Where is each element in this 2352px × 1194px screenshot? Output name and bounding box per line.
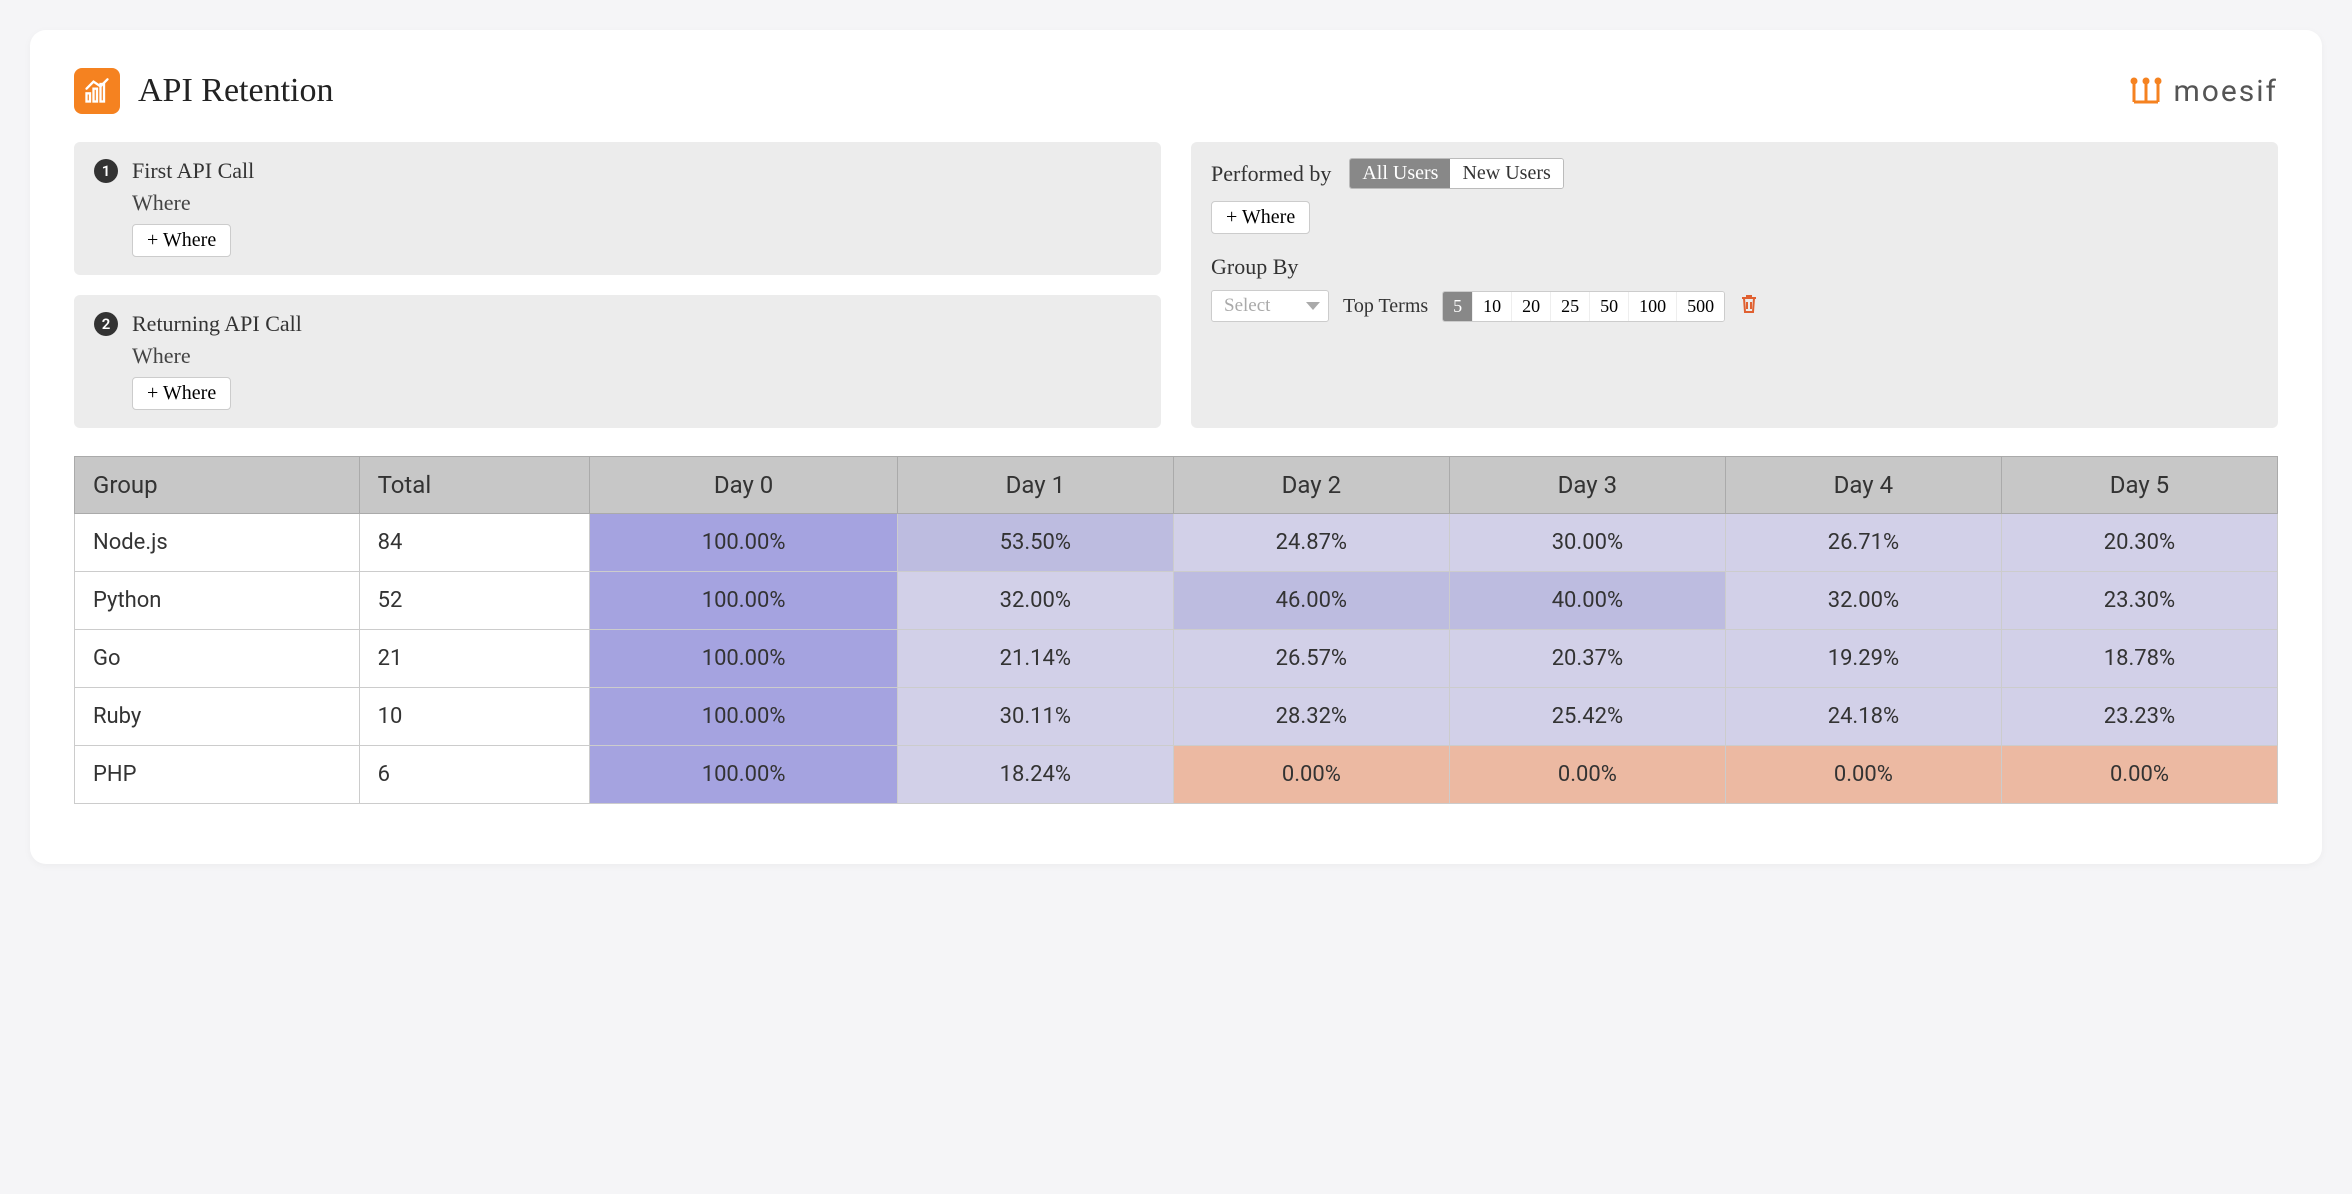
retention-cell: 18.78%	[2001, 630, 2277, 688]
group-by-label: Group By	[1211, 254, 2258, 280]
table-header-cell: Group	[75, 457, 360, 514]
retention-cell: 0.00%	[2001, 746, 2277, 804]
retention-cell: 24.18%	[1725, 688, 2001, 746]
group-cell: Python	[75, 572, 360, 630]
step-2-badge: 2	[94, 312, 118, 336]
header: API Retention moesif	[74, 68, 2278, 114]
dashboard-card: API Retention moesif 1 First API Call Wh…	[30, 30, 2322, 864]
table-header-cell: Day 5	[2001, 457, 2277, 514]
retention-cell: 53.50%	[897, 514, 1173, 572]
retention-cell: 20.37%	[1449, 630, 1725, 688]
retention-cell: 26.57%	[1173, 630, 1449, 688]
total-cell: 84	[359, 514, 590, 572]
top-terms-option[interactable]: 100	[1629, 292, 1677, 321]
retention-cell: 18.24%	[897, 746, 1173, 804]
retention-cell: 40.00%	[1449, 572, 1725, 630]
performed-by-option[interactable]: New Users	[1450, 159, 1562, 188]
brand-logo: moesif	[2129, 74, 2278, 109]
performed-by-option[interactable]: All Users	[1350, 159, 1450, 188]
returning-where-label: Where	[132, 343, 1141, 369]
title-group: API Retention	[74, 68, 333, 114]
table-header-row: GroupTotalDay 0Day 1Day 2Day 3Day 4Day 5	[75, 457, 2278, 514]
retention-cell: 0.00%	[1449, 746, 1725, 804]
group-cell: Go	[75, 630, 360, 688]
total-cell: 52	[359, 572, 590, 630]
trash-icon[interactable]	[1739, 293, 1759, 320]
table-header-cell: Day 4	[1725, 457, 2001, 514]
table-header-cell: Total	[359, 457, 590, 514]
retention-cell: 24.87%	[1173, 514, 1449, 572]
step-1-badge: 1	[94, 159, 118, 183]
retention-cell: 30.11%	[897, 688, 1173, 746]
top-terms-option[interactable]: 500	[1677, 292, 1724, 321]
table-header-cell: Day 3	[1449, 457, 1725, 514]
retention-cell: 0.00%	[1725, 746, 2001, 804]
retention-cell: 100.00%	[590, 630, 898, 688]
retention-chart-icon	[74, 68, 120, 114]
first-api-call-title: First API Call	[132, 158, 254, 184]
retention-cell: 0.00%	[1173, 746, 1449, 804]
page-title: API Retention	[138, 72, 333, 110]
total-cell: 10	[359, 688, 590, 746]
filters: 1 First API Call Where + Where 2 Returni…	[74, 142, 2278, 428]
retention-cell: 100.00%	[590, 514, 898, 572]
retention-cell: 19.29%	[1725, 630, 2001, 688]
retention-cell: 32.00%	[1725, 572, 2001, 630]
returning-api-call-title: Returning API Call	[132, 311, 302, 337]
retention-cell: 26.71%	[1725, 514, 2001, 572]
brand-text: moesif	[2173, 74, 2278, 109]
select-placeholder: Select	[1224, 295, 1270, 317]
chevron-down-icon	[1306, 302, 1320, 310]
performed-add-where-button[interactable]: + Where	[1211, 201, 1310, 234]
retention-cell: 100.00%	[590, 746, 898, 804]
retention-cell: 46.00%	[1173, 572, 1449, 630]
retention-cell: 30.00%	[1449, 514, 1725, 572]
retention-cell: 20.30%	[2001, 514, 2277, 572]
retention-cell: 21.14%	[897, 630, 1173, 688]
table-header-cell: Day 0	[590, 457, 898, 514]
first-api-call-panel: 1 First API Call Where + Where	[74, 142, 1161, 275]
top-terms-option[interactable]: 10	[1473, 292, 1512, 321]
group-cell: Node.js	[75, 514, 360, 572]
top-terms-label: Top Terms	[1343, 295, 1428, 318]
top-terms-option[interactable]: 5	[1443, 292, 1473, 321]
table-header-cell: Day 1	[897, 457, 1173, 514]
table-row: Ruby10100.00%30.11%28.32%25.42%24.18%23.…	[75, 688, 2278, 746]
retention-cell: 100.00%	[590, 688, 898, 746]
group-by-select[interactable]: Select	[1211, 290, 1329, 322]
top-terms-option[interactable]: 50	[1590, 292, 1629, 321]
table-row: Python52100.00%32.00%46.00%40.00%32.00%2…	[75, 572, 2278, 630]
first-add-where-button[interactable]: + Where	[132, 224, 231, 257]
top-terms-group: 510202550100500	[1442, 291, 1725, 322]
table-body: Node.js84100.00%53.50%24.87%30.00%26.71%…	[75, 514, 2278, 804]
performed-by-label: Performed by	[1211, 161, 1331, 187]
performed-by-toggle: All UsersNew Users	[1349, 158, 1563, 189]
group-cell: PHP	[75, 746, 360, 804]
top-terms-option[interactable]: 25	[1551, 292, 1590, 321]
first-where-label: Where	[132, 190, 1141, 216]
retention-table: GroupTotalDay 0Day 1Day 2Day 3Day 4Day 5…	[74, 456, 2278, 804]
retention-cell: 23.30%	[2001, 572, 2277, 630]
table-row: Node.js84100.00%53.50%24.87%30.00%26.71%…	[75, 514, 2278, 572]
table-row: PHP6100.00%18.24%0.00%0.00%0.00%0.00%	[75, 746, 2278, 804]
retention-cell: 32.00%	[897, 572, 1173, 630]
performed-by-panel: Performed by All UsersNew Users + Where …	[1191, 142, 2278, 428]
top-terms-option[interactable]: 20	[1512, 292, 1551, 321]
group-cell: Ruby	[75, 688, 360, 746]
total-cell: 21	[359, 630, 590, 688]
table-row: Go21100.00%21.14%26.57%20.37%19.29%18.78…	[75, 630, 2278, 688]
total-cell: 6	[359, 746, 590, 804]
returning-api-call-panel: 2 Returning API Call Where + Where	[74, 295, 1161, 428]
moesif-logo-icon	[2129, 76, 2163, 106]
retention-cell: 23.23%	[2001, 688, 2277, 746]
returning-add-where-button[interactable]: + Where	[132, 377, 231, 410]
table-header-cell: Day 2	[1173, 457, 1449, 514]
retention-cell: 25.42%	[1449, 688, 1725, 746]
retention-cell: 100.00%	[590, 572, 898, 630]
retention-cell: 28.32%	[1173, 688, 1449, 746]
